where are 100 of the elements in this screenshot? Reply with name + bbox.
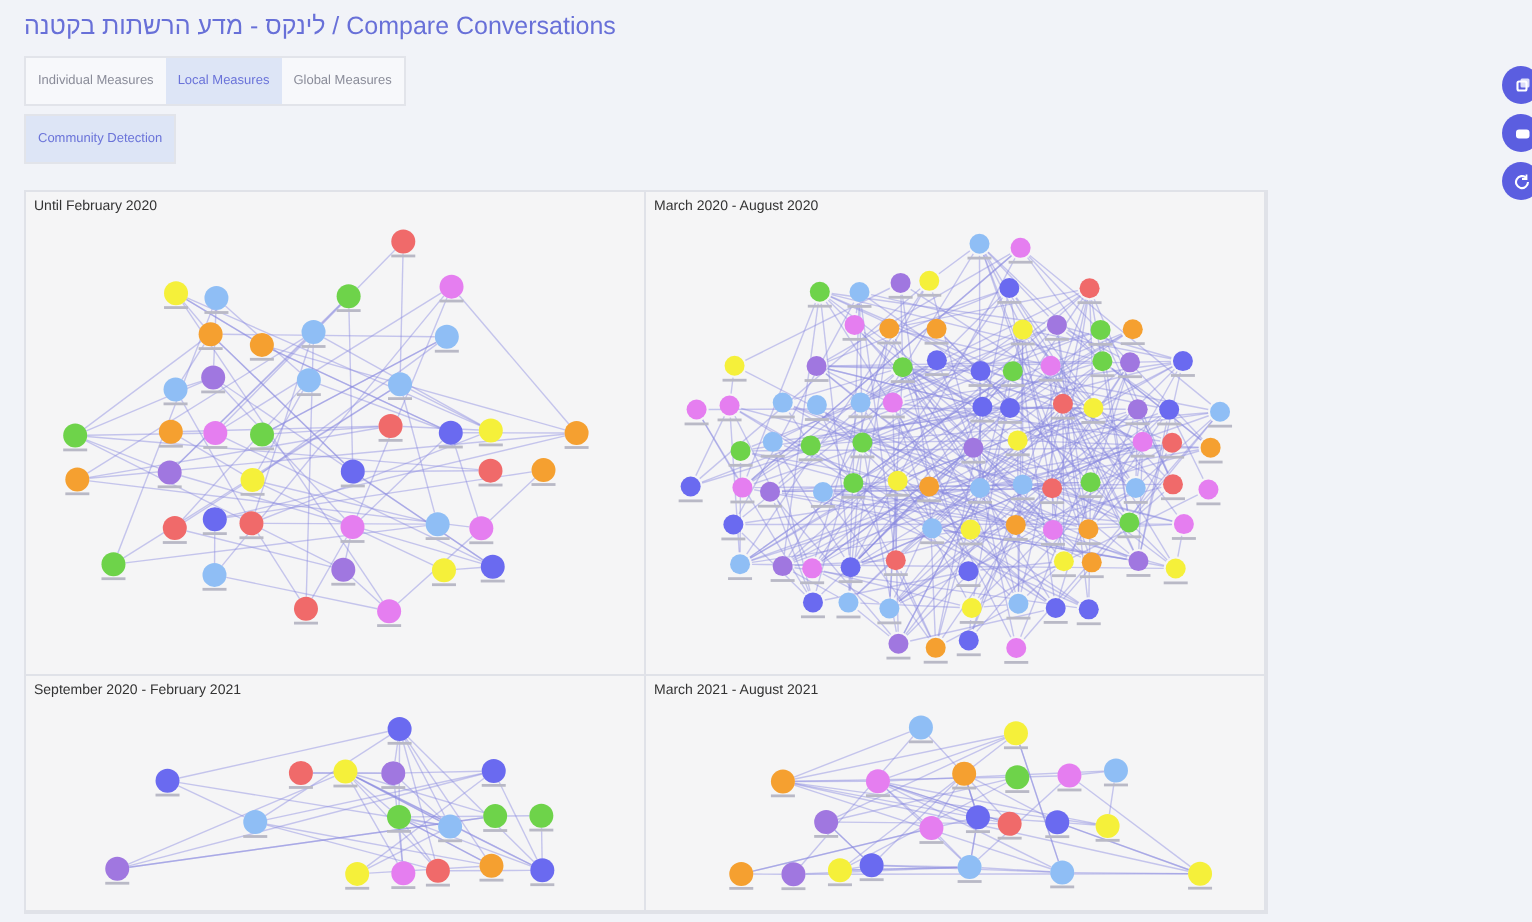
graph-node — [841, 314, 866, 341]
graph-node — [479, 554, 504, 583]
graph-node — [887, 272, 912, 299]
graph-node — [923, 318, 948, 345]
graph-node — [200, 365, 225, 394]
graph-node — [955, 561, 980, 587]
graph-node — [1004, 765, 1029, 793]
graph-node — [728, 861, 753, 890]
graph-node — [287, 761, 312, 789]
graph-node — [958, 598, 983, 624]
graph-node — [386, 716, 411, 745]
graph-node — [729, 477, 754, 504]
graph-node — [769, 556, 794, 582]
graph-node — [1207, 401, 1232, 428]
graph-node — [809, 482, 834, 508]
graph-node — [1122, 478, 1147, 504]
graph-node — [468, 516, 493, 545]
graph-node — [849, 432, 874, 459]
graph-node — [1049, 860, 1074, 889]
graph-node — [1043, 314, 1068, 341]
graph-node — [759, 431, 784, 458]
floating-button[interactable] — [1502, 162, 1532, 200]
graph-node — [1080, 398, 1105, 424]
graph-node — [847, 392, 872, 419]
graph-node — [806, 281, 831, 308]
graph-node — [387, 372, 411, 400]
graph-node — [882, 550, 907, 576]
graph-node — [826, 858, 851, 887]
graph-node — [1002, 721, 1027, 750]
graph-node — [1042, 598, 1067, 624]
graph-node — [64, 467, 89, 496]
graph-node — [157, 419, 182, 448]
graph-node — [727, 440, 752, 467]
floating-button[interactable] — [1502, 114, 1532, 152]
graph-node — [1162, 558, 1187, 585]
graph-node — [803, 356, 828, 382]
graph-node — [1037, 355, 1062, 382]
graph-node — [437, 814, 462, 843]
graph-node — [1077, 472, 1102, 498]
graph-node — [967, 477, 992, 504]
graph-node — [996, 277, 1021, 304]
graph-node — [1003, 638, 1028, 664]
graph-node — [799, 558, 824, 585]
graph-node — [156, 460, 181, 489]
graph-node — [482, 804, 507, 832]
graph-node — [889, 357, 914, 384]
graph-node — [339, 515, 364, 543]
graph-node — [918, 816, 943, 844]
graph-node — [201, 562, 226, 591]
graph-node — [884, 470, 909, 497]
graph-node — [437, 420, 462, 449]
graph-node — [438, 274, 463, 303]
graph-node — [960, 437, 985, 464]
graph-node — [239, 467, 264, 496]
graph-node — [161, 516, 186, 544]
graph-node — [238, 511, 263, 540]
graph-node — [332, 759, 357, 788]
floating-button[interactable] — [1502, 66, 1532, 104]
graph-node — [1075, 599, 1100, 626]
graph-node — [1159, 432, 1184, 459]
graph-node — [835, 592, 860, 619]
graph-node — [390, 229, 415, 258]
graph-node — [197, 322, 222, 350]
graph-node — [885, 633, 910, 660]
graph-node — [999, 361, 1024, 387]
graph-node — [813, 810, 838, 838]
graph-node — [1094, 813, 1119, 842]
graph-node — [104, 856, 129, 885]
graph-node — [1049, 393, 1074, 420]
graph-node — [846, 282, 871, 308]
graph-node — [721, 355, 746, 382]
graph-node — [997, 398, 1021, 424]
graph-node — [431, 558, 455, 587]
graph-node — [797, 435, 822, 462]
graph-node — [1116, 512, 1141, 539]
graph-node — [1169, 351, 1194, 377]
graph-node — [1170, 514, 1195, 540]
graph-node — [530, 458, 555, 486]
graph-node — [1125, 551, 1150, 577]
graph-node — [799, 592, 824, 619]
graph-node — [1009, 474, 1034, 501]
graph-node — [1119, 319, 1144, 346]
graph-node — [1004, 430, 1029, 457]
graph-node — [1005, 593, 1030, 620]
graph-node — [1039, 519, 1064, 546]
graph-node — [424, 858, 449, 887]
graph-node — [919, 518, 944, 545]
graph-node — [876, 598, 901, 625]
graph-node — [477, 458, 502, 487]
graph-node — [840, 472, 865, 499]
graph-node — [1195, 479, 1220, 506]
graph-node — [242, 810, 267, 838]
graph-node — [376, 599, 401, 627]
graph-node — [1039, 478, 1064, 505]
graph-node — [377, 413, 402, 442]
graph-node — [964, 805, 989, 834]
graph-node — [201, 507, 226, 535]
graph-node — [683, 399, 708, 426]
graph-node — [1197, 437, 1222, 464]
graph-node — [1124, 399, 1149, 426]
